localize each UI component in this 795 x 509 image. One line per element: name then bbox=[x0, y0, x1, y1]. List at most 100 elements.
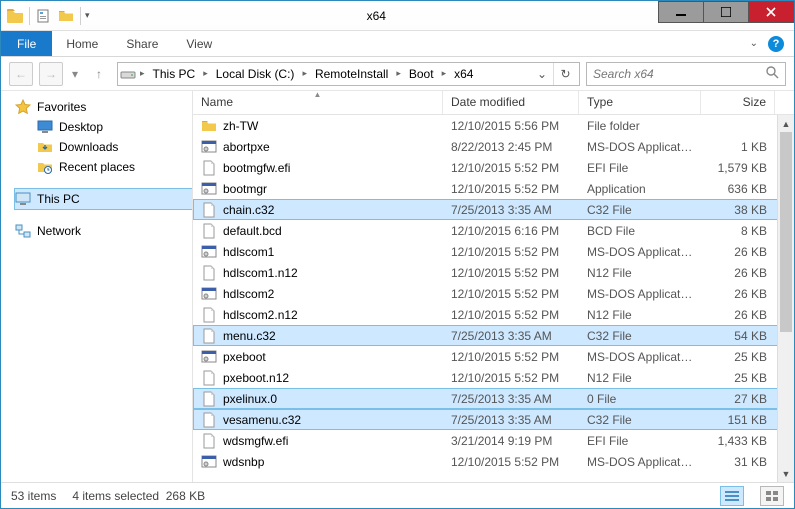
properties-icon[interactable] bbox=[34, 6, 54, 26]
crumb[interactable]: This PC bbox=[149, 63, 200, 85]
search-input[interactable]: Search x64 bbox=[586, 62, 786, 86]
file-name: bootmgfw.efi bbox=[223, 161, 290, 175]
file-name: vesamenu.c32 bbox=[223, 413, 301, 427]
file-size: 1,433 KB bbox=[701, 434, 775, 448]
file-date: 12/10/2015 5:52 PM bbox=[443, 455, 579, 469]
recent-locations-icon[interactable]: ▾ bbox=[69, 67, 81, 81]
file-size: 26 KB bbox=[701, 287, 775, 301]
file-date: 12/10/2015 5:52 PM bbox=[443, 308, 579, 322]
favorites-node[interactable]: Favorites bbox=[15, 97, 192, 117]
file-name: pxeboot.n12 bbox=[223, 371, 289, 385]
table-row[interactable]: hdlscom1.n1212/10/2015 5:52 PMN12 File26… bbox=[193, 262, 794, 283]
vertical-scrollbar[interactable]: ▲ ▼ bbox=[777, 115, 794, 482]
scroll-thumb[interactable] bbox=[780, 132, 792, 332]
address-dropdown-icon[interactable]: ⌄ bbox=[533, 67, 551, 81]
table-row[interactable]: hdlscom2.n1212/10/2015 5:52 PMN12 File26… bbox=[193, 304, 794, 325]
file-name: wdsmgfw.efi bbox=[223, 434, 288, 448]
table-row[interactable]: vesamenu.c327/25/2013 3:35 AMC32 File151… bbox=[193, 409, 794, 430]
file-size: 636 KB bbox=[701, 182, 775, 196]
tab-home[interactable]: Home bbox=[52, 31, 112, 56]
file-name: pxeboot bbox=[223, 350, 266, 364]
sidebar-item-recent[interactable]: Recent places bbox=[15, 157, 192, 177]
expand-ribbon-icon[interactable]: ⌄ bbox=[750, 38, 758, 49]
file-type: MS-DOS Applicati... bbox=[579, 455, 701, 469]
minimize-button[interactable] bbox=[658, 1, 704, 23]
chevron-down-icon[interactable]: ▾ bbox=[85, 10, 90, 21]
file-type: EFI File bbox=[579, 161, 701, 175]
close-button[interactable] bbox=[748, 1, 794, 23]
tab-share[interactable]: Share bbox=[112, 31, 172, 56]
window-title: x64 bbox=[94, 1, 659, 30]
col-size[interactable]: Size bbox=[701, 91, 775, 114]
file-icon bbox=[201, 265, 217, 281]
help-icon[interactable]: ? bbox=[768, 36, 784, 52]
maximize-button[interactable] bbox=[703, 1, 749, 23]
file-date: 12/10/2015 5:52 PM bbox=[443, 350, 579, 364]
file-date: 12/10/2015 5:52 PM bbox=[443, 266, 579, 280]
file-type: C32 File bbox=[579, 329, 701, 343]
col-name[interactable]: ▲Name bbox=[193, 91, 443, 114]
table-row[interactable]: hdlscom112/10/2015 5:52 PMMS-DOS Applica… bbox=[193, 241, 794, 262]
search-placeholder: Search x64 bbox=[593, 67, 654, 81]
quick-access-toolbar: ▾ bbox=[1, 1, 94, 30]
pc-icon bbox=[15, 191, 31, 207]
crumb[interactable]: Boot bbox=[405, 63, 438, 85]
table-row[interactable]: chain.c327/25/2013 3:35 AMC32 File38 KB bbox=[193, 199, 794, 220]
file-name: hdlscom1.n12 bbox=[223, 266, 298, 280]
table-row[interactable]: default.bcd12/10/2015 6:16 PMBCD File8 K… bbox=[193, 220, 794, 241]
network-node[interactable]: Network bbox=[15, 221, 192, 241]
downloads-icon bbox=[37, 139, 53, 155]
file-size: 8 KB bbox=[701, 224, 775, 238]
details-view-button[interactable] bbox=[720, 486, 744, 506]
crumb[interactable]: Local Disk (C:) bbox=[212, 63, 299, 85]
file-name: abortpxe bbox=[223, 140, 270, 154]
network-label: Network bbox=[37, 224, 81, 238]
table-row[interactable]: abortpxe8/22/2013 2:45 PMMS-DOS Applicat… bbox=[193, 136, 794, 157]
file-type: MS-DOS Applicati... bbox=[579, 350, 701, 364]
crumb[interactable]: RemoteInstall bbox=[311, 63, 392, 85]
file-date: 3/21/2014 9:19 PM bbox=[443, 434, 579, 448]
file-name: wdsnbp bbox=[223, 455, 264, 469]
table-row[interactable]: pxeboot 12/10/2015 5:52 PMMS-DOS Applicat… bbox=[193, 346, 794, 367]
table-row[interactable]: bootmgr12/10/2015 5:52 PMApplication636 … bbox=[193, 178, 794, 199]
new-folder-icon[interactable] bbox=[56, 6, 76, 26]
crumb[interactable]: x64 bbox=[450, 63, 477, 85]
app-icon bbox=[201, 244, 217, 260]
file-tab[interactable]: File bbox=[1, 31, 52, 56]
table-row[interactable]: menu.c327/25/2013 3:35 AMC32 File54 KB bbox=[193, 325, 794, 346]
table-row[interactable]: hdlscom212/10/2015 5:52 PMMS-DOS Applica… bbox=[193, 283, 794, 304]
rows-container: zh-TW12/10/2015 5:56 PMFile folderabortp… bbox=[193, 115, 794, 472]
table-row[interactable]: zh-TW12/10/2015 5:56 PMFile folder bbox=[193, 115, 794, 136]
file-date: 7/25/2013 3:35 AM bbox=[443, 329, 579, 343]
table-row[interactable]: wdsmgfw.efi3/21/2014 9:19 PMEFI File1,43… bbox=[193, 430, 794, 451]
tab-view[interactable]: View bbox=[172, 31, 226, 56]
forward-button[interactable]: → bbox=[39, 62, 63, 86]
file-icon bbox=[201, 412, 217, 428]
table-row[interactable]: pxelinux.07/25/2013 3:35 AM0 File27 KB bbox=[193, 388, 794, 409]
app-icon bbox=[201, 454, 217, 470]
up-button[interactable]: ↑ bbox=[87, 62, 111, 86]
window-controls bbox=[659, 1, 794, 30]
scroll-down-icon[interactable]: ▼ bbox=[778, 465, 794, 482]
file-size: 25 KB bbox=[701, 371, 775, 385]
file-icon bbox=[201, 328, 217, 344]
table-row[interactable]: bootmgfw.efi12/10/2015 5:52 PMEFI File1,… bbox=[193, 157, 794, 178]
thispc-node[interactable]: This PC bbox=[15, 189, 192, 209]
refresh-icon[interactable]: ↻ bbox=[553, 63, 577, 85]
table-row[interactable]: pxeboot.n1212/10/2015 5:52 PMN12 File25 … bbox=[193, 367, 794, 388]
col-date[interactable]: Date modified bbox=[443, 91, 579, 114]
desktop-icon bbox=[37, 119, 53, 135]
file-type: BCD File bbox=[579, 224, 701, 238]
file-date: 12/10/2015 6:16 PM bbox=[443, 224, 579, 238]
table-row[interactable]: wdsnbp 12/10/2015 5:52 PMMS-DOS Applicati… bbox=[193, 451, 794, 472]
sidebar-item-downloads[interactable]: Downloads bbox=[15, 137, 192, 157]
back-button[interactable]: ← bbox=[9, 62, 33, 86]
recent-icon bbox=[37, 159, 53, 175]
scroll-up-icon[interactable]: ▲ bbox=[778, 115, 794, 132]
address-bar[interactable]: ▸ This PC▸ Local Disk (C:)▸ RemoteInstal… bbox=[117, 62, 580, 86]
file-date: 7/25/2013 3:35 AM bbox=[443, 203, 579, 217]
sidebar-item-desktop[interactable]: Desktop bbox=[15, 117, 192, 137]
body: Favorites Desktop Downloads Recent place… bbox=[1, 91, 794, 482]
icons-view-button[interactable] bbox=[760, 486, 784, 506]
col-type[interactable]: Type bbox=[579, 91, 701, 114]
